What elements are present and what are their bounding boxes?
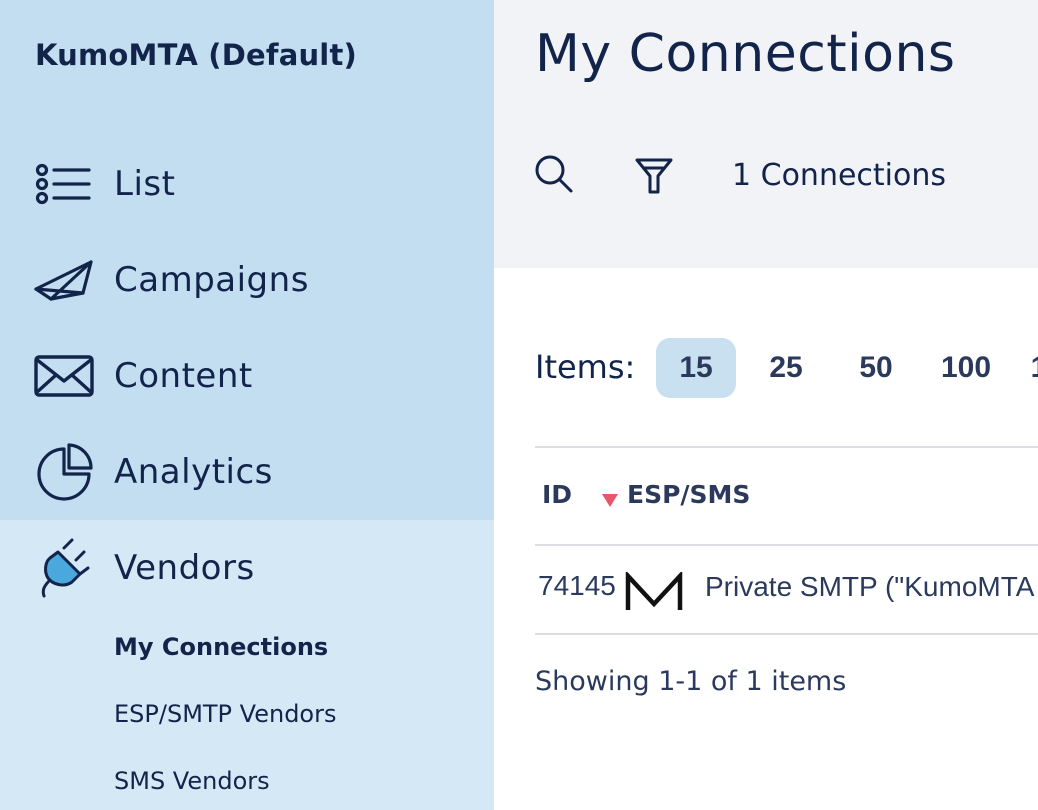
- pagination-summary: Showing 1-1 of 1 items: [535, 666, 847, 697]
- page-size-15[interactable]: 15: [656, 338, 736, 398]
- sidebar-item-label: List: [114, 164, 176, 204]
- kumomta-m-logo-icon: [624, 570, 684, 612]
- list-icon: [32, 154, 96, 214]
- page-size-50[interactable]: 50: [846, 338, 906, 398]
- sidebar-subitem-my-connections[interactable]: My Connections: [114, 633, 328, 661]
- connections-count: 1 Connections: [732, 158, 946, 193]
- table-header-divider: [535, 544, 1038, 546]
- sidebar-subitem-sms-vendors[interactable]: SMS Vendors: [114, 767, 270, 795]
- page-size-more[interactable]: 1: [1024, 338, 1038, 398]
- sidebar-item-label: Campaigns: [114, 260, 309, 300]
- sidebar-item-campaigns[interactable]: Campaigns: [0, 250, 494, 310]
- table-top-divider: [535, 446, 1038, 448]
- column-header-esp-sms[interactable]: ESP/SMS: [627, 480, 750, 509]
- sidebar-item-label: Analytics: [114, 452, 273, 492]
- row-id: 74145: [538, 570, 616, 601]
- org-name[interactable]: KumoMTA (Default): [35, 38, 357, 72]
- sidebar-item-label: Vendors: [114, 548, 255, 588]
- filter-icon[interactable]: [632, 154, 676, 198]
- plug-icon: [32, 538, 96, 598]
- sidebar: KumoMTA (Default) List Campaigns Content…: [0, 0, 494, 810]
- paper-plane-icon: [32, 250, 96, 310]
- page-size-100[interactable]: 100: [930, 338, 1002, 398]
- sidebar-item-analytics[interactable]: Analytics: [0, 442, 494, 502]
- search-icon[interactable]: [532, 152, 576, 196]
- sidebar-subitem-esp-smtp-vendors[interactable]: ESP/SMTP Vendors: [114, 700, 336, 728]
- page-size-25[interactable]: 25: [756, 338, 816, 398]
- sort-desc-icon[interactable]: [602, 494, 618, 507]
- items-per-page-label: Items:: [535, 348, 636, 386]
- sidebar-item-list[interactable]: List: [0, 154, 494, 214]
- row-connection-name[interactable]: Private SMTP ("KumoMTA D: [705, 571, 1038, 603]
- page-title: My Connections: [535, 24, 956, 84]
- sidebar-item-vendors[interactable]: Vendors: [0, 538, 494, 598]
- envelope-icon: [32, 346, 96, 406]
- pie-chart-icon: [32, 442, 96, 502]
- sidebar-item-label: Content: [114, 356, 253, 396]
- column-header-id[interactable]: ID: [542, 480, 572, 509]
- table-bottom-divider: [535, 633, 1038, 635]
- sidebar-item-content[interactable]: Content: [0, 346, 494, 406]
- main-panel: My Connections 1 Connections Items: 15 2…: [494, 0, 1038, 810]
